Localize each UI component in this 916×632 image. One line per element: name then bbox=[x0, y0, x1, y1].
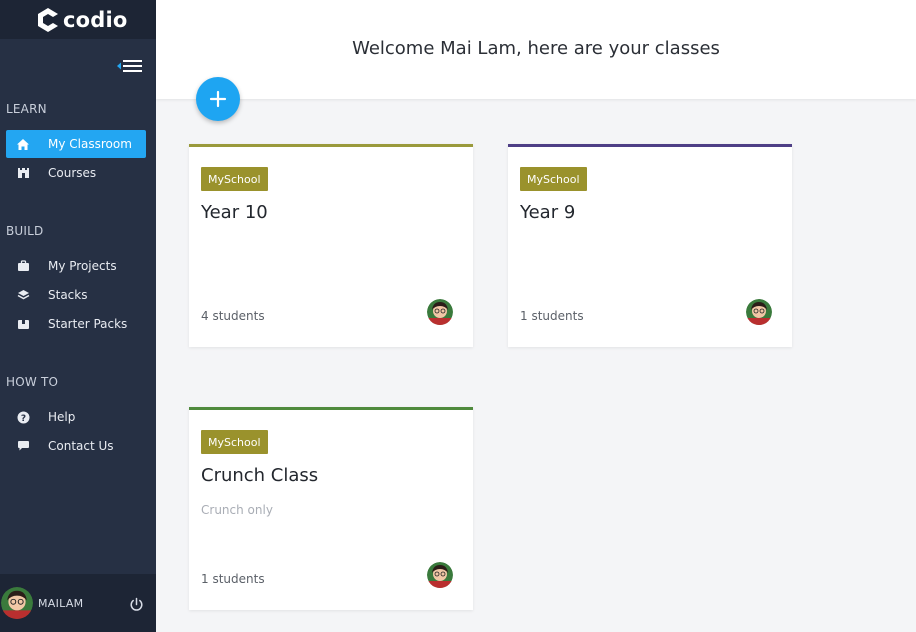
sidebar-item-starter-packs[interactable]: Starter Packs bbox=[6, 310, 146, 338]
sidebar-item-label: Courses bbox=[48, 166, 97, 180]
plus-icon bbox=[209, 90, 227, 108]
user-avatar-icon bbox=[427, 299, 453, 325]
teacher-avatar bbox=[427, 299, 453, 325]
class-subtitle: Crunch only bbox=[201, 503, 273, 517]
student-count: 1 students bbox=[520, 309, 584, 323]
school-badge: MySchool bbox=[520, 167, 587, 191]
sidebar-item-help[interactable]: ? Help bbox=[6, 403, 146, 431]
briefcase-icon bbox=[16, 259, 30, 273]
teacher-avatar bbox=[427, 562, 453, 588]
class-title: Year 10 bbox=[201, 202, 268, 223]
class-title: Year 9 bbox=[520, 202, 576, 223]
sidebar-item-label: Contact Us bbox=[48, 439, 114, 453]
chat-icon bbox=[16, 439, 30, 453]
sidebar-item-label: My Projects bbox=[48, 259, 117, 273]
sidebar-toggle-button[interactable] bbox=[116, 57, 144, 75]
school-badge: MySchool bbox=[201, 167, 268, 191]
sidebar-item-my-projects[interactable]: My Projects bbox=[6, 252, 146, 280]
logout-button[interactable] bbox=[129, 597, 144, 612]
svg-text:?: ? bbox=[20, 414, 25, 424]
user-avatar-icon bbox=[746, 299, 772, 325]
class-card-year-10[interactable]: MySchool Year 10 4 students bbox=[189, 144, 473, 347]
sidebar-item-label: Stacks bbox=[48, 288, 88, 302]
section-title-howto: HOW TO bbox=[6, 375, 59, 389]
user-avatar-icon bbox=[1, 587, 33, 619]
sidebar-item-label: Starter Packs bbox=[48, 317, 128, 331]
home-icon bbox=[16, 137, 30, 151]
page-title: Welcome Mai Lam, here are your classes bbox=[352, 38, 720, 59]
layers-icon bbox=[16, 288, 30, 302]
section-title-build: BUILD bbox=[6, 224, 44, 238]
card-accent-line bbox=[189, 407, 473, 410]
school-badge: MySchool bbox=[201, 430, 268, 454]
teacher-avatar bbox=[746, 299, 772, 325]
avatar[interactable] bbox=[1, 587, 33, 619]
user-bar: MAILAM bbox=[0, 574, 156, 632]
card-accent-line bbox=[189, 144, 473, 147]
sidebar-item-courses[interactable]: Courses bbox=[6, 159, 146, 187]
class-title: Crunch Class bbox=[201, 465, 319, 486]
package-icon bbox=[16, 317, 30, 331]
section-title-learn: LEARN bbox=[6, 102, 47, 116]
question-icon: ? bbox=[16, 410, 30, 424]
codio-logo-icon bbox=[38, 7, 58, 32]
user-avatar-icon bbox=[427, 562, 453, 588]
add-class-button[interactable] bbox=[196, 77, 240, 121]
class-card-crunch-class[interactable]: MySchool Crunch Class Crunch only 1 stud… bbox=[189, 407, 473, 610]
sidebar-item-contact-us[interactable]: Contact Us bbox=[6, 432, 146, 460]
brand-name: codio bbox=[63, 7, 128, 32]
menu-collapse-icon bbox=[117, 60, 142, 72]
power-icon bbox=[130, 597, 143, 611]
sidebar-item-label: My Classroom bbox=[48, 137, 132, 151]
user-name: MAILAM bbox=[38, 596, 84, 610]
sidebar-item-stacks[interactable]: Stacks bbox=[6, 281, 146, 309]
header: Welcome Mai Lam, here are your classes bbox=[156, 0, 916, 99]
brand-logo[interactable]: codio bbox=[0, 0, 156, 39]
student-count: 1 students bbox=[201, 572, 265, 586]
student-count: 4 students bbox=[201, 309, 265, 323]
castle-icon bbox=[16, 166, 30, 180]
card-accent-line bbox=[508, 144, 792, 147]
sidebar-item-my-classroom[interactable]: My Classroom bbox=[6, 130, 146, 158]
class-card-year-9[interactable]: MySchool Year 9 1 students bbox=[508, 144, 792, 347]
sidebar-item-label: Help bbox=[48, 410, 76, 424]
sidebar: codio LEARN My Classroom Courses BUILD M… bbox=[0, 0, 156, 632]
